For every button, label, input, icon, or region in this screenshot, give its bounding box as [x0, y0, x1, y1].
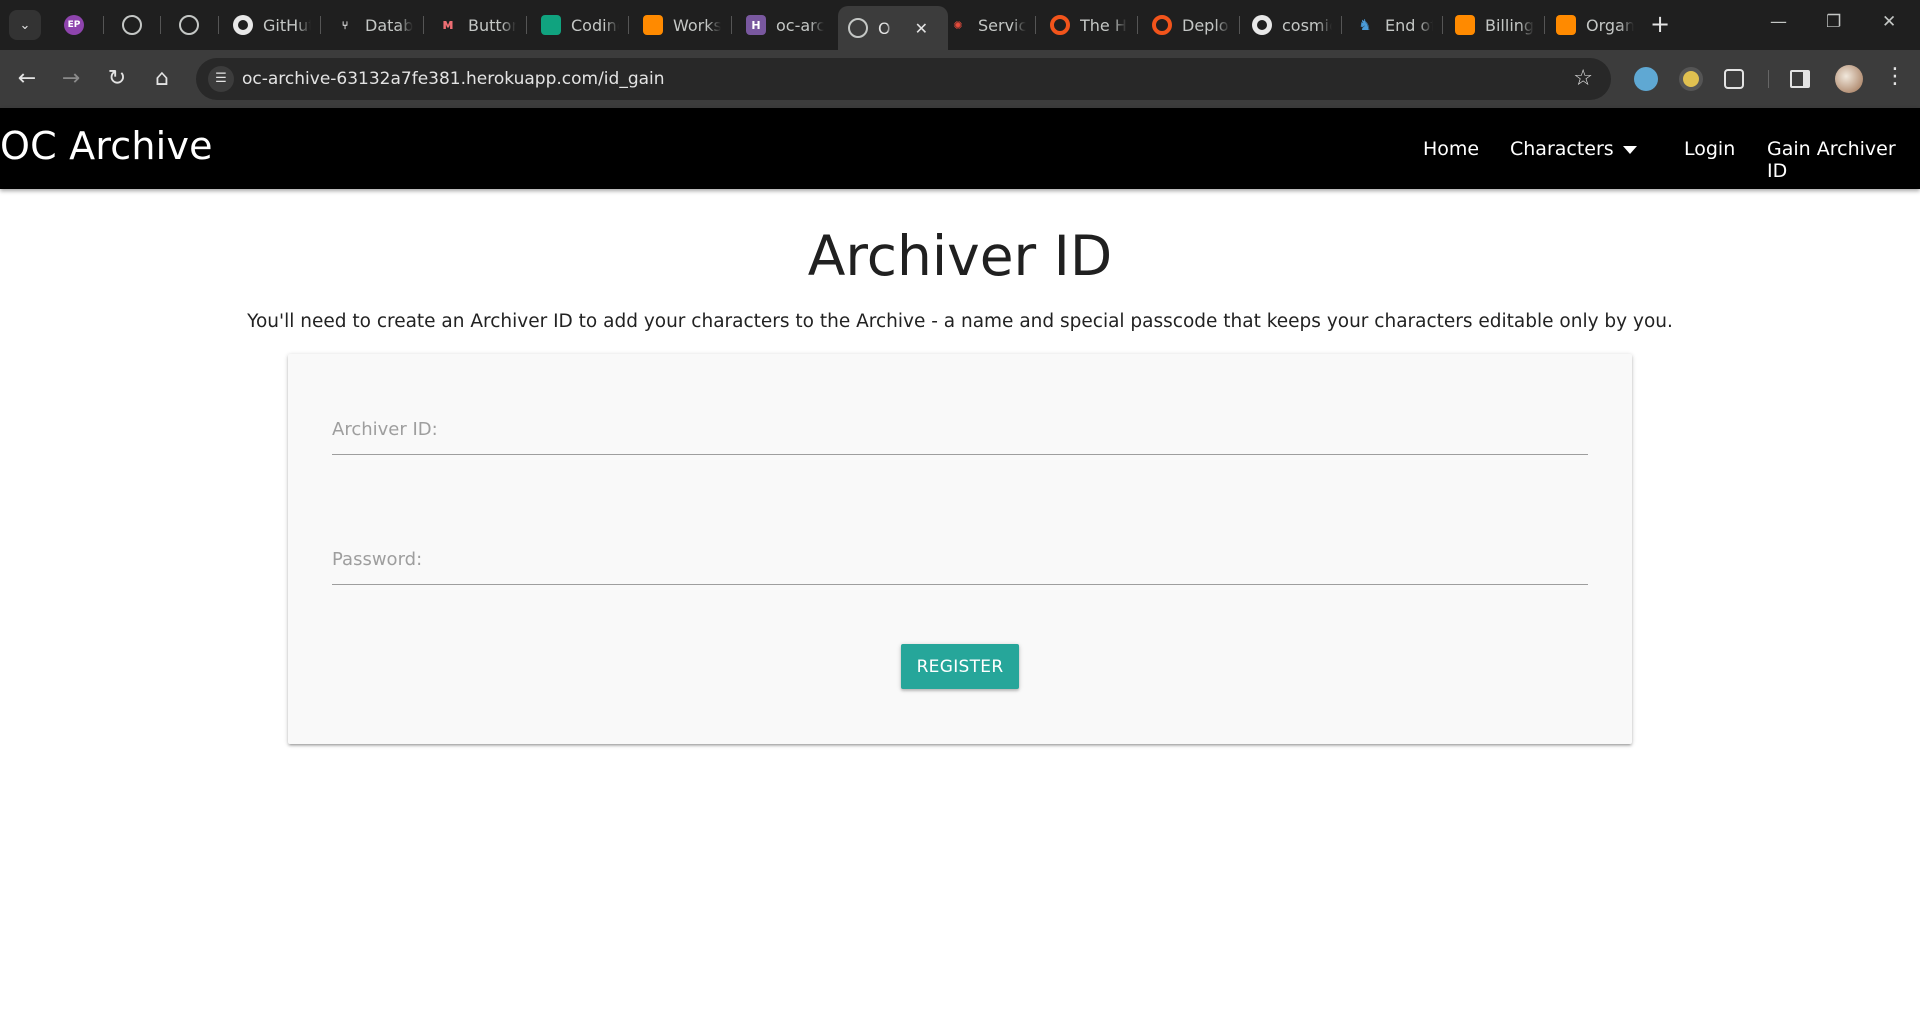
- tab-the-heroku[interactable]: The H: [1050, 8, 1128, 42]
- tab-search-button[interactable]: ⌄: [9, 10, 41, 40]
- tab-label: oc-arc: [776, 15, 824, 35]
- globe-icon: [122, 15, 142, 35]
- home-icon[interactable]: ⌂: [147, 64, 177, 94]
- tab-label: Deploy: [1182, 15, 1230, 35]
- browser-tab-strip: ⌄ EP GitHut ⑂ Databa ᴍ Button Coding Wor…: [0, 0, 1920, 50]
- tab-organ[interactable]: Organ: [1556, 8, 1634, 42]
- tab-github[interactable]: GitHut: [233, 8, 311, 42]
- tab-billing[interactable]: Billing: [1455, 8, 1535, 42]
- gitpod-icon: [1556, 15, 1576, 35]
- new-tab-button[interactable]: +: [1650, 12, 1670, 36]
- minimize-icon[interactable]: —: [1770, 12, 1787, 32]
- elephant-icon: ♞: [1358, 16, 1372, 34]
- chatgpt-icon: [541, 15, 561, 35]
- brand-logo[interactable]: OC Archive: [0, 124, 213, 168]
- nav-gain-id-link[interactable]: Gain Archiver ID: [1767, 138, 1920, 182]
- archiver-id-input[interactable]: [332, 404, 1588, 454]
- tab-label: Organ: [1586, 15, 1634, 35]
- reload-icon[interactable]: ↻: [102, 64, 132, 94]
- tab-coding[interactable]: Coding: [541, 8, 619, 42]
- tab-label: O: [878, 18, 891, 38]
- tab-oc-archive-active[interactable]: O ✕: [838, 6, 948, 50]
- tab-profile[interactable]: EP: [64, 8, 84, 42]
- gitpod-icon: [1455, 15, 1475, 35]
- tab-label: Billing: [1485, 15, 1535, 35]
- globe-icon: [848, 18, 868, 38]
- tab-label: cosmic: [1282, 15, 1332, 35]
- extensions-puzzle-icon[interactable]: [1724, 69, 1744, 89]
- url-text[interactable]: oc-archive-63132a7fe381.herokuapp.com/id…: [242, 69, 665, 89]
- github-icon: [1252, 15, 1272, 35]
- intro-text: You'll need to create an Archiver ID to …: [247, 311, 1673, 332]
- tab-globe-2[interactable]: [179, 8, 199, 42]
- register-button[interactable]: REGISTER: [901, 644, 1019, 689]
- orange-ring-icon: [1152, 15, 1172, 35]
- nav-characters-link[interactable]: Characters: [1510, 138, 1614, 160]
- heroku-icon: H: [746, 15, 766, 35]
- tab-oc-archive-heroku[interactable]: H oc-arc: [746, 8, 824, 42]
- archiver-id-field: [332, 404, 1588, 455]
- materialize-icon: ᴍ: [442, 17, 454, 33]
- address-bar[interactable]: ☰ oc-archive-63132a7fe381.herokuapp.com/…: [196, 58, 1611, 100]
- extension-icon[interactable]: [1634, 67, 1658, 91]
- register-form-card: REGISTER: [288, 354, 1632, 744]
- dropdown-caret-icon[interactable]: [1623, 146, 1637, 154]
- tab-database[interactable]: ⑂ Databa: [335, 8, 413, 42]
- crab-icon: ✺: [953, 18, 963, 32]
- tab-globe-1[interactable]: [122, 8, 142, 42]
- tab-cosmic[interactable]: cosmic: [1252, 8, 1332, 42]
- tab-label: Button: [468, 15, 516, 35]
- site-navbar: OC Archive Home Characters Login Gain Ar…: [0, 108, 1920, 189]
- tab-label: Servic: [978, 15, 1026, 35]
- tab-deploy[interactable]: Deploy: [1152, 8, 1230, 42]
- nav-login-link[interactable]: Login: [1684, 138, 1735, 160]
- bookmark-star-icon[interactable]: ☆: [1573, 66, 1593, 91]
- tab-workspace[interactable]: Works: [643, 8, 721, 42]
- site-info-icon[interactable]: ☰: [208, 66, 234, 92]
- nav-home-link[interactable]: Home: [1423, 138, 1479, 160]
- tab-services[interactable]: ✺ Servic: [948, 8, 1026, 42]
- git-icon: ⑂: [341, 18, 349, 32]
- more-menu-icon[interactable]: ⋮: [1884, 64, 1906, 89]
- extension-icon[interactable]: [1679, 67, 1703, 91]
- back-icon[interactable]: ←: [12, 64, 42, 94]
- tab-label: The H: [1080, 15, 1127, 35]
- restore-icon[interactable]: ❐: [1826, 12, 1841, 32]
- close-icon[interactable]: ✕: [915, 19, 928, 38]
- window-close-icon[interactable]: ✕: [1882, 12, 1896, 32]
- tab-label: Coding: [571, 15, 619, 35]
- profile-avatar[interactable]: [1835, 65, 1863, 93]
- tab-label: Databa: [365, 15, 413, 35]
- gitpod-icon: [643, 15, 663, 35]
- page-title: Archiver ID: [807, 224, 1113, 288]
- side-panel-icon[interactable]: [1790, 70, 1810, 88]
- browser-toolbar: ← → ↻ ⌂ ☰ oc-archive-63132a7fe381.heroku…: [0, 50, 1920, 108]
- password-field: [332, 534, 1588, 585]
- orange-ring-icon: [1050, 15, 1070, 35]
- profile-ep-icon: EP: [64, 15, 84, 35]
- tab-end-of[interactable]: ♞ End of: [1355, 8, 1433, 42]
- password-input[interactable]: [332, 534, 1588, 584]
- tab-label: Works: [673, 15, 721, 35]
- tab-buttons[interactable]: ᴍ Button: [438, 8, 516, 42]
- tab-label: End of: [1385, 15, 1433, 35]
- tab-label: GitHut: [263, 15, 311, 35]
- forward-icon[interactable]: →: [56, 64, 86, 94]
- github-icon: [233, 15, 253, 35]
- globe-icon: [179, 15, 199, 35]
